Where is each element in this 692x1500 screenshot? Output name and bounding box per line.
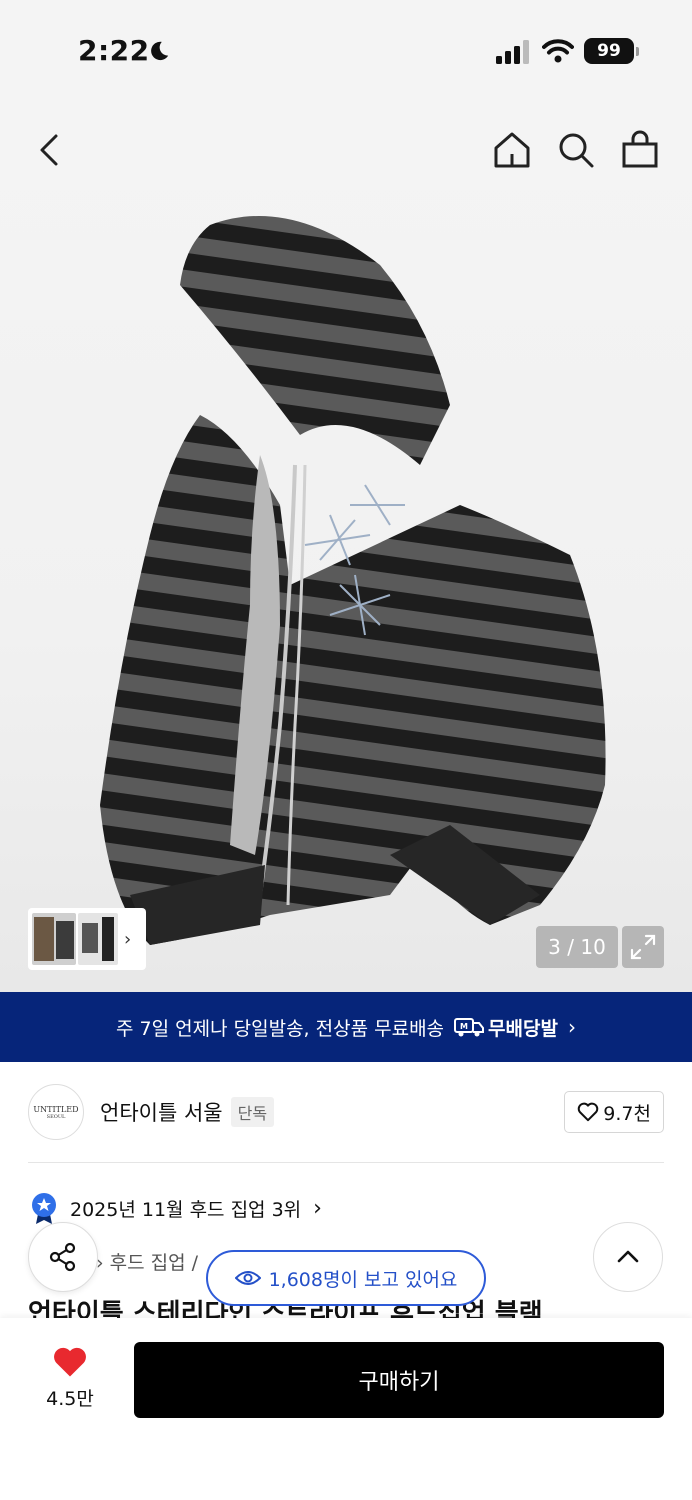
ranking-badge-icon [32, 1193, 56, 1224]
back-chevron-icon[interactable] [28, 128, 72, 172]
viewers-text: 1,608명이 보고 있어요 [268, 1268, 458, 1291]
chevron-up-icon [617, 1250, 639, 1263]
product-like-count: 4.5만 [46, 1388, 94, 1410]
breadcrumb[interactable]: › 후드 집업 / [96, 1248, 198, 1275]
battery-indicator: 99 [584, 38, 639, 64]
chevron-right-icon: › [313, 1195, 322, 1221]
search-icon[interactable] [554, 128, 598, 172]
thumbnail-image[interactable] [32, 913, 76, 965]
svg-text:M: M [460, 1022, 468, 1031]
buy-button[interactable]: 구매하기 [134, 1342, 664, 1418]
divider [28, 1162, 664, 1163]
ranking-text: 2025년 11월 후드 집업 3위 [70, 1198, 302, 1221]
shopping-bag-icon[interactable] [618, 128, 662, 172]
wifi-icon [542, 39, 574, 63]
thumbnail-image[interactable] [78, 913, 118, 965]
thumbnail-strip[interactable]: › [28, 908, 146, 970]
banner-text: 주 7일 언제나 당일발송, 전상품 무료배송 [116, 1017, 445, 1040]
eye-icon [234, 1271, 261, 1285]
brand-like-count: 9.7천 [603, 1102, 651, 1125]
thumbnail-next-arrow[interactable]: › [124, 929, 131, 950]
status-bar: 2:22 99 [0, 0, 692, 100]
free-shipping-badge: M 무배당발 [454, 1014, 558, 1041]
expand-icon[interactable] [622, 926, 664, 968]
exclusive-tag: 단독 [230, 1097, 275, 1127]
bottom-action-bar: 4.5만 구매하기 [0, 1318, 692, 1500]
brand-logo[interactable]: UNTITLED SEOUL [28, 1084, 84, 1140]
brand-logo-subtext: SEOUL [46, 1113, 66, 1120]
share-icon [49, 1242, 76, 1272]
status-time: 2:22 [78, 34, 150, 67]
brand-logo-text: UNTITLED [33, 1104, 79, 1114]
badge-label: 무배당발 [488, 1017, 558, 1040]
brand-name[interactable]: 언타이틀 서울 [100, 1097, 223, 1127]
chevron-right-icon: › [567, 1015, 576, 1039]
truck-icon: M [454, 1018, 485, 1037]
heart-filled-icon [54, 1347, 86, 1377]
image-counter: 3 / 10 [536, 926, 618, 968]
brand-like-button[interactable]: 9.7천 [564, 1091, 664, 1133]
heart-outline-icon [578, 1102, 599, 1122]
brand-row[interactable]: UNTITLED SEOUL 언타이틀 서울 단독 9.7천 [28, 1082, 664, 1142]
product-image [100, 216, 606, 945]
ranking-link[interactable]: 2025년 11월 후드 집업 3위 › [30, 1192, 322, 1224]
viewers-badge: 1,608명이 보고 있어요 [206, 1250, 486, 1306]
home-icon[interactable] [490, 128, 534, 172]
cellular-signal-icon [496, 40, 529, 64]
moon-icon [151, 41, 169, 61]
scroll-to-top-button[interactable] [593, 1222, 663, 1292]
shipping-banner[interactable]: 주 7일 언제나 당일발송, 전상품 무료배송 M 무배당발 › [0, 992, 692, 1062]
share-button[interactable] [28, 1222, 98, 1292]
product-image-gallery[interactable]: › 3 / 10 [0, 100, 692, 992]
product-like-button[interactable]: 4.5만 [38, 1346, 102, 1411]
